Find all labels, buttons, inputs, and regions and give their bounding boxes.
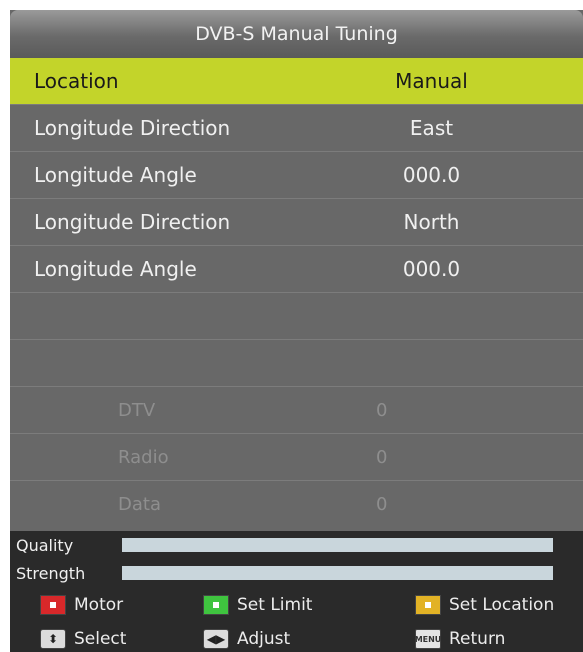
key-legend: Motor Set Limit Set Location ⬍ Select ◀▶…: [10, 595, 583, 652]
count-row-dtv: DTV 0: [10, 386, 583, 433]
select-label: Select: [74, 629, 127, 649]
set-location-label: Set Location: [449, 595, 555, 615]
row-label: Longitude Angle: [34, 163, 197, 187]
quality-label: Quality: [16, 535, 74, 555]
count-row-radio: Radio 0: [10, 433, 583, 480]
row-value: North: [403, 210, 460, 234]
row-label: Longitude Direction: [34, 210, 231, 234]
menu-button-icon: MENU: [415, 629, 441, 649]
return-label: Return: [449, 629, 506, 649]
menu-row-longitude-angle[interactable]: Longitude Angle 000.0: [10, 151, 583, 198]
row-value: 000.0: [402, 257, 461, 281]
row-value: East: [409, 116, 454, 140]
strength-meter: Strength: [10, 559, 583, 587]
select-key[interactable]: ⬍ Select: [40, 629, 126, 649]
set-location-key[interactable]: Set Location: [415, 595, 554, 615]
return-key[interactable]: MENU Return: [415, 629, 505, 649]
menu-row-latitude-angle[interactable]: Longitude Angle 000.0: [10, 245, 583, 292]
row-value: 000.0: [402, 163, 461, 187]
count-label: Data: [118, 493, 161, 515]
panel-title: DVB-S Manual Tuning: [10, 10, 583, 58]
yellow-button-icon: [415, 595, 441, 615]
adjust-label: Adjust: [237, 629, 291, 649]
strength-label: Strength: [16, 563, 86, 583]
quality-fill: [122, 538, 553, 552]
count-value: 0: [376, 399, 388, 421]
left-right-icon: ◀▶: [203, 629, 229, 649]
status-footer: Quality Strength Motor Set Limit Set Loc…: [10, 531, 583, 652]
motor-key[interactable]: Motor: [40, 595, 123, 615]
row-label: Longitude Angle: [34, 257, 197, 281]
set-limit-key[interactable]: Set Limit: [203, 595, 312, 615]
count-label: DTV: [118, 399, 156, 421]
motor-label: Motor: [74, 595, 124, 615]
quality-bar: [122, 538, 553, 552]
empty-row: [10, 339, 583, 386]
adjust-key[interactable]: ◀▶ Adjust: [203, 629, 290, 649]
count-row-data: Data 0: [10, 480, 583, 527]
green-button-icon: [203, 595, 229, 615]
row-label: Longitude Direction: [34, 116, 231, 140]
empty-row: [10, 292, 583, 339]
menu-row-location[interactable]: Location Manual: [10, 58, 583, 104]
menu-row-latitude-direction[interactable]: Longitude Direction North: [10, 198, 583, 245]
red-button-icon: [40, 595, 66, 615]
quality-meter: Quality: [10, 531, 583, 559]
row-label: Location: [34, 69, 119, 93]
menu-row-longitude-direction[interactable]: Longitude Direction East: [10, 104, 583, 151]
row-value: Manual: [395, 69, 468, 93]
up-down-icon: ⬍: [40, 629, 66, 649]
set-limit-label: Set Limit: [237, 595, 313, 615]
count-value: 0: [376, 446, 388, 468]
count-label: Radio: [118, 446, 169, 468]
strength-fill: [122, 566, 553, 580]
count-value: 0: [376, 493, 388, 515]
strength-bar: [122, 566, 553, 580]
tuning-panel: DVB-S Manual Tuning Location Manual Long…: [10, 10, 583, 652]
